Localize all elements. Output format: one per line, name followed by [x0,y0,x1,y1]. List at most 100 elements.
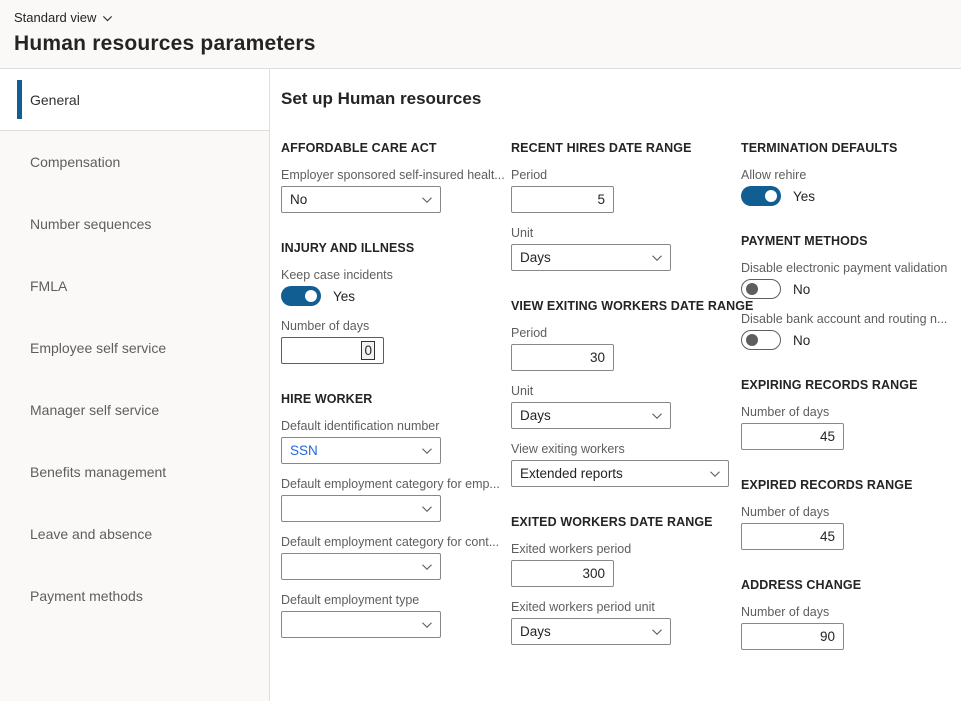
period-input[interactable]: 30 [511,344,614,371]
section-title-injury-and-illness: INJURY AND ILLNESS [281,241,485,255]
main-content: Set up Human resources AFFORDABLE CARE A… [270,69,961,701]
sidebar-item-employee-self-service[interactable]: Employee self service [0,317,269,379]
select-value: Days [520,624,551,639]
field-label: Exited workers period unit [511,600,715,614]
field-columns: AFFORDABLE CARE ACTEmployer sponsored se… [281,113,961,650]
field-label: Number of days [281,319,485,333]
sidebar-item-manager-self-service[interactable]: Manager self service [0,379,269,441]
field-default-identification-number: Default identification number SSN [281,419,485,464]
toggle-row: No [741,330,945,350]
field-keep-case-incidents: Keep case incidents Yes [281,268,485,306]
input-value: 5 [597,192,605,207]
exited-workers-period-unit-select[interactable]: Days [511,618,671,645]
section-title-expiring-records-range: EXPIRING RECORDS RANGE [741,378,945,392]
field-number-of-days: Number of days45 [741,405,945,450]
field-label: Default employment type [281,593,485,607]
default-employment-category-for-emp-select[interactable] [281,495,441,522]
toggle-knob [765,190,777,202]
section-title-expired-records-range: EXPIRED RECORDS RANGE [741,478,945,492]
field-period: Period 30 [511,326,715,371]
input-value: 90 [820,629,835,644]
chevron-down-icon [651,410,663,422]
view-exiting-workers-select[interactable]: Extended reports [511,460,729,487]
field-label: View exiting workers [511,442,715,456]
select-value: SSN [290,443,318,458]
field-label: Employer sponsored self-insured healt... [281,168,485,182]
disable-bank-account-and-routing-n-toggle[interactable] [741,330,781,350]
sidebar-item-label: Benefits management [30,464,166,480]
unit-select[interactable]: Days [511,244,671,271]
default-employment-type-select[interactable] [281,611,441,638]
toggle-state-label: Yes [333,289,355,304]
sidebar-item-compensation[interactable]: Compensation [0,131,269,193]
field-disable-bank-account-and-routing-n: Disable bank account and routing n... No [741,312,945,350]
sidebar-item-label: Payment methods [30,588,143,604]
input-value: 300 [582,566,605,581]
exited-workers-period-input[interactable]: 300 [511,560,614,587]
toggle-knob [305,290,317,302]
column-2: RECENT HIRES DATE RANGEPeriod5UnitDaysVI… [511,113,715,645]
number-of-days-input[interactable]: 45 [741,423,844,450]
section-title-exited-workers-date-range: EXITED WORKERS DATE RANGE [511,515,715,529]
section-title-payment-methods: PAYMENT METHODS [741,234,945,248]
period-input[interactable]: 5 [511,186,614,213]
field-disable-electronic-payment-validation: Disable electronic payment validation No [741,261,945,299]
field-label: Disable electronic payment validation [741,261,945,275]
toggle-row: No [741,279,945,299]
unit-select[interactable]: Days [511,402,671,429]
number-of-days-input[interactable]: 0 [281,337,384,364]
sidebar-item-general[interactable]: General [0,69,269,131]
sidebar-item-label: Employee self service [30,340,166,356]
input-value: 45 [820,429,835,444]
field-view-exiting-workers: View exiting workers Extended reports [511,442,715,487]
sidebar-item-payment-methods[interactable]: Payment methods [0,565,269,627]
field-label: Exited workers period [511,542,715,556]
field-number-of-days: Number of days 90 [741,605,945,650]
select-value: Extended reports [520,466,623,481]
sidebar-item-fmla[interactable]: FMLA [0,255,269,317]
number-of-days-input[interactable]: 45 [741,523,844,550]
sidebar-item-label: FMLA [30,278,67,294]
input-value: 45 [820,529,835,544]
default-employment-category-for-cont-select[interactable] [281,553,441,580]
employer-sponsored-self-insured-healt-select[interactable]: No [281,186,441,213]
field-label: Disable bank account and routing n... [741,312,945,326]
field-label: Default employment category for emp... [281,477,485,491]
field-label: Number of days [741,605,945,619]
sidebar: General Compensation Number sequences FMLA E… [0,69,270,701]
sidebar-item-leave-and-absence[interactable]: Leave and absence [0,503,269,565]
field-label: Period [511,326,715,340]
sidebar-item-benefits-management[interactable]: Benefits management [0,441,269,503]
field-label: Default employment category for cont... [281,535,485,549]
sidebar-item-number-sequences[interactable]: Number sequences [0,193,269,255]
toggle-knob [746,283,758,295]
section-title-recent-hires-date-range: RECENT HIRES DATE RANGE [511,141,715,155]
field-label: Allow rehire [741,168,945,182]
chevron-down-icon [421,561,433,573]
page-header: Standard view Human resources parameters [0,0,961,68]
view-selector-label: Standard view [14,10,96,25]
page-body: General Compensation Number sequences FMLA E… [0,68,961,701]
field-allow-rehire: Allow rehireYes [741,168,945,206]
view-selector[interactable]: Standard view [14,10,113,25]
field-default-employment-category-for-cont: Default employment category for cont... [281,535,485,580]
field-label: Keep case incidents [281,268,485,282]
sidebar-item-label: General [30,92,80,108]
sidebar-item-label: Manager self service [30,402,159,418]
chevron-down-icon [421,619,433,631]
allow-rehire-toggle[interactable] [741,186,781,206]
disable-electronic-payment-validation-toggle[interactable] [741,279,781,299]
chevron-down-icon [102,13,113,24]
field-period: Period5 [511,168,715,213]
default-identification-number-select[interactable]: SSN [281,437,441,464]
column-1: AFFORDABLE CARE ACTEmployer sponsored se… [281,113,485,638]
toggle-knob [746,334,758,346]
number-of-days-input[interactable]: 90 [741,623,844,650]
keep-case-incidents-toggle[interactable] [281,286,321,306]
chevron-down-icon [651,626,663,638]
field-label: Default identification number [281,419,485,433]
input-value: 30 [590,350,605,365]
section-title-view-exiting-workers-date-range: VIEW EXITING WORKERS DATE RANGE [511,299,715,313]
sidebar-item-label: Number sequences [30,216,151,232]
toggle-row: Yes [281,286,485,306]
